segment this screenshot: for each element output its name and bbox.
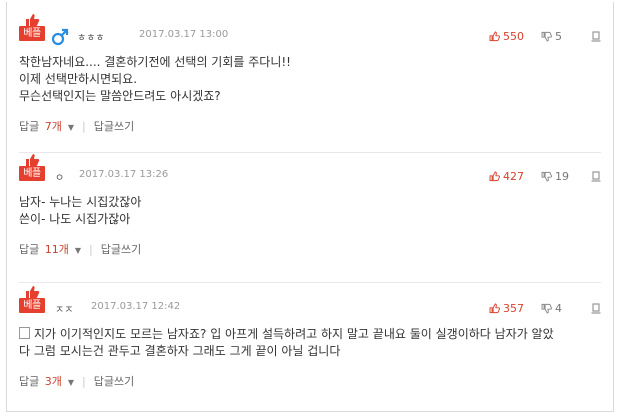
vote-area: 550 5 (489, 28, 601, 44)
downvote-button[interactable]: 19 (541, 168, 569, 184)
thumbs-up-icon (489, 171, 500, 181)
comment-body: 착한남자네요.... 결혼하기전에 선택의 기회를 주다니!! 이제 선택만하시… (19, 54, 601, 105)
comment-item: 베플 ㅈㅈ 2017.03.17 12:42 357 4 지가 이기적인지도 모… (19, 286, 601, 389)
write-reply-button[interactable]: 답글쓰기 (101, 241, 141, 257)
comment-body: 남자- 누나는 시집갔잖아 쓴이- 나도 시집가잖아 (19, 194, 601, 228)
upvote-button[interactable]: 550 (489, 28, 524, 44)
comment-meta: 베플 ㅈㅈ 2017.03.17 12:42 357 4 (19, 286, 601, 320)
comment-meta: 베플 ㅎㅎㅎ 2017.03.17 13:00 550 5 (19, 14, 601, 48)
best-badge: 베플 (19, 154, 45, 184)
upvote-count: 357 (503, 301, 524, 315)
downvote-button[interactable]: 5 (541, 28, 562, 44)
comment-meta: 베플 ㅇ 2017.03.17 13:26 427 19 (19, 154, 601, 188)
best-badge: 베플 (19, 286, 45, 316)
reply-label: 답글 (19, 243, 40, 256)
comment-line: 무슨선택인지는 말씀안드려도 아시겠죠? (19, 89, 221, 103)
vote-area: 357 4 (489, 300, 601, 316)
best-label: 베플 (19, 26, 45, 41)
report-button[interactable] (591, 168, 601, 184)
thumbs-down-icon (541, 31, 552, 41)
comment-date: 2017.03.17 13:00 (139, 29, 229, 40)
upvote-button[interactable]: 427 (489, 168, 524, 184)
comment-body: 지가 이기적인지도 모르는 남자죠? 입 아프게 설득하려고 하지 말고 끝내요… (19, 326, 601, 360)
divider (19, 152, 601, 153)
downvote-count: 5 (555, 29, 562, 43)
comment-item: 베플 ㅇ 2017.03.17 13:26 427 19 남자- 누나는 시집갔… (19, 154, 601, 257)
thumbs-up-icon (26, 286, 40, 298)
male-icon (51, 28, 69, 46)
reply-bar: 답글 11개 ▼ | 답글쓰기 (19, 241, 601, 257)
reply-toggle[interactable]: 답글 7개 ▼ (19, 118, 74, 134)
comment-line: 지가 이기적인지도 모르는 남자죠? 입 아프게 설득하려고 하지 말고 끝내요… (19, 326, 601, 343)
comment-line-text: 지가 이기적인지도 모르는 남자죠? 입 아프게 설득하려고 하지 말고 끝내요… (34, 327, 554, 341)
thumbs-up-icon (489, 31, 500, 41)
reply-toggle[interactable]: 답글 11개 ▼ (19, 241, 81, 257)
comment-line: 남자- 누나는 시집갔잖아 (19, 195, 142, 209)
separator: | (82, 119, 86, 133)
reply-count: 11개 (44, 243, 69, 256)
caret-down-icon: ▼ (74, 246, 82, 255)
thumbs-down-icon (541, 303, 552, 313)
reply-label: 답글 (19, 375, 40, 388)
nickname[interactable]: ㅈㅈ (55, 301, 73, 316)
best-label: 베플 (19, 298, 45, 313)
upvote-count: 427 (503, 169, 524, 183)
reply-count: 7개 (44, 120, 62, 133)
reply-label: 답글 (19, 120, 40, 133)
separator: | (82, 374, 86, 388)
report-icon (591, 302, 601, 314)
separator: | (89, 242, 93, 256)
reply-count: 3개 (44, 375, 62, 388)
reply-bar: 답글 7개 ▼ | 답글쓰기 (19, 118, 601, 134)
thumbs-down-icon (541, 171, 552, 181)
comment-line: 쓴이- 나도 시집가잖아 (19, 212, 131, 226)
reply-toggle[interactable]: 답글 3개 ▼ (19, 373, 74, 389)
thumbs-up-icon (26, 14, 40, 26)
comment-date: 2017.03.17 13:26 (79, 169, 169, 180)
best-badge: 베플 (19, 14, 45, 44)
divider (19, 282, 601, 283)
downvote-count: 4 (555, 301, 562, 315)
thumbs-up-icon (489, 303, 500, 313)
comment-line: 이제 선택만하시면되요. (19, 72, 138, 86)
report-button[interactable] (591, 300, 601, 316)
nickname[interactable]: ㅇ (55, 169, 64, 184)
nickname[interactable]: ㅎㅎㅎ (77, 29, 105, 44)
comment-line: 착한남자네요.... 결혼하기전에 선택의 기회를 주다니!! (19, 55, 291, 69)
caret-down-icon: ▼ (67, 378, 75, 387)
comment-date: 2017.03.17 12:42 (91, 301, 181, 312)
report-button[interactable] (591, 28, 601, 44)
thumbs-up-icon (26, 154, 40, 166)
comment-item: 베플 ㅎㅎㅎ 2017.03.17 13:00 550 5 착한남자네요....… (19, 14, 601, 134)
report-icon (591, 30, 601, 42)
caret-down-icon: ▼ (67, 123, 75, 132)
comment-line: 다 그럼 모시는건 관두고 결혼하자 그래도 그게 끝이 아닐 겁니다 (19, 344, 341, 358)
upvote-count: 550 (503, 29, 524, 43)
downvote-button[interactable]: 4 (541, 300, 562, 316)
upvote-button[interactable]: 357 (489, 300, 524, 316)
write-reply-button[interactable]: 답글쓰기 (94, 373, 134, 389)
report-icon (591, 170, 601, 182)
reply-bar: 답글 3개 ▼ | 답글쓰기 (19, 373, 601, 389)
comment-list: 베플 ㅎㅎㅎ 2017.03.17 13:00 550 5 착한남자네요....… (6, 2, 614, 412)
downvote-count: 19 (555, 169, 569, 183)
document-icon (19, 327, 30, 339)
vote-area: 427 19 (489, 168, 601, 184)
write-reply-button[interactable]: 답글쓰기 (94, 118, 134, 134)
best-label: 베플 (19, 166, 45, 181)
